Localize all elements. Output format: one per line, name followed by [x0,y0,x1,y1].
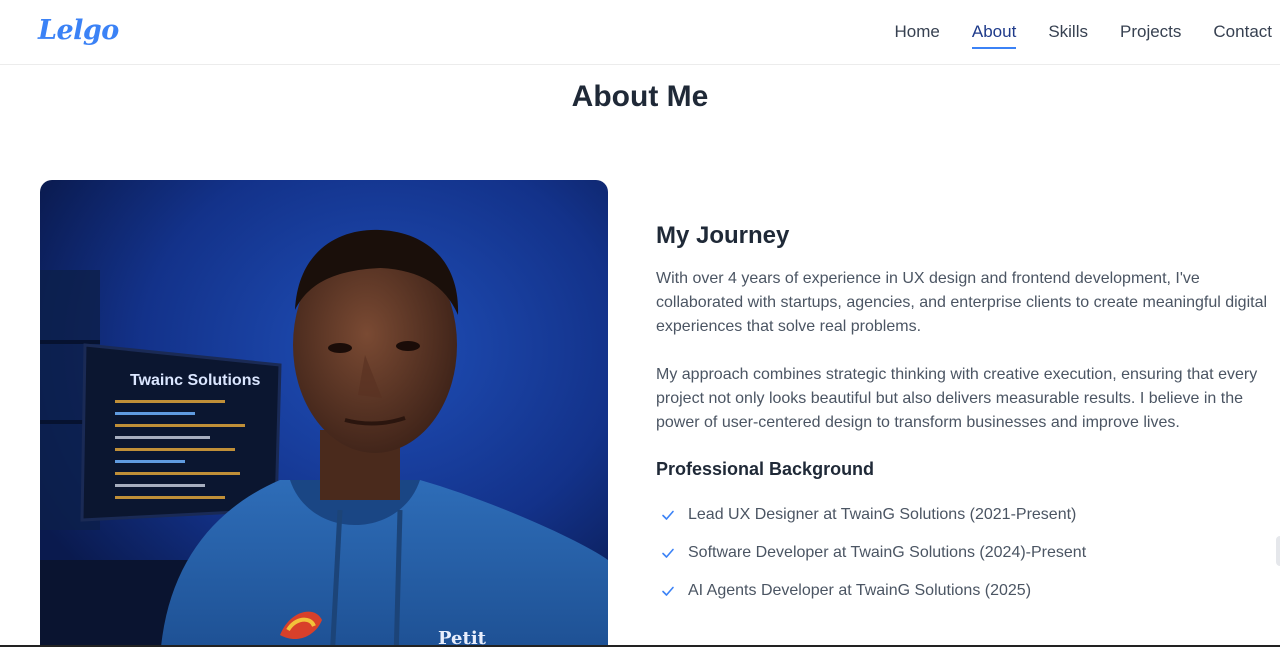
section-title: About Me [571,80,709,113]
nav-link-contact[interactable]: Contact [1213,16,1272,48]
nav-link-home[interactable]: Home [895,16,940,48]
navbar: Lelgo Home About Skills Projects Contact [0,0,1280,65]
nav-link-skills[interactable]: Skills [1048,16,1088,48]
journey-paragraph: My approach combines strategic thinking … [656,366,1258,431]
background-item-text: Lead UX Designer at TwainG Solutions (20… [688,506,1077,523]
monitor-text: Twainс Solutions [130,372,260,389]
background-item-text: Software Developer at TwainG Solutions (… [688,544,1087,561]
nav-link-about[interactable]: About [971,16,1017,49]
list-item: Software Developer at TwainG Solutions (… [656,534,1276,572]
nav-link-projects[interactable]: Projects [1120,16,1181,48]
journey-title: My Journey [656,222,790,249]
check-icon [662,586,674,596]
nav-menu: Home About Skills Projects Contact [863,0,1272,64]
list-item: Lead UX Designer at TwainG Solutions (20… [656,496,1276,534]
check-icon [662,548,674,558]
list-item: AI Agents Developer at TwainG Solutions … [656,572,1276,610]
journey-paragraph: With over 4 years of experience in UX de… [656,270,1268,335]
background-list: Lead UX Designer at TwainG Solutions (20… [656,496,1276,610]
profile-photo: Twainс Solutions Petit [40,180,608,647]
check-icon [662,510,674,520]
logo[interactable]: Lelgo [38,15,119,46]
scroll-edge [1276,536,1280,566]
background-item-text: AI Agents Developer at TwainG Solutions … [688,582,1032,599]
monitor: Twainс Solutions [80,343,282,522]
about-content: My Journey With over 4 years of experien… [656,222,1276,610]
background-title: Professional Background [656,459,875,479]
